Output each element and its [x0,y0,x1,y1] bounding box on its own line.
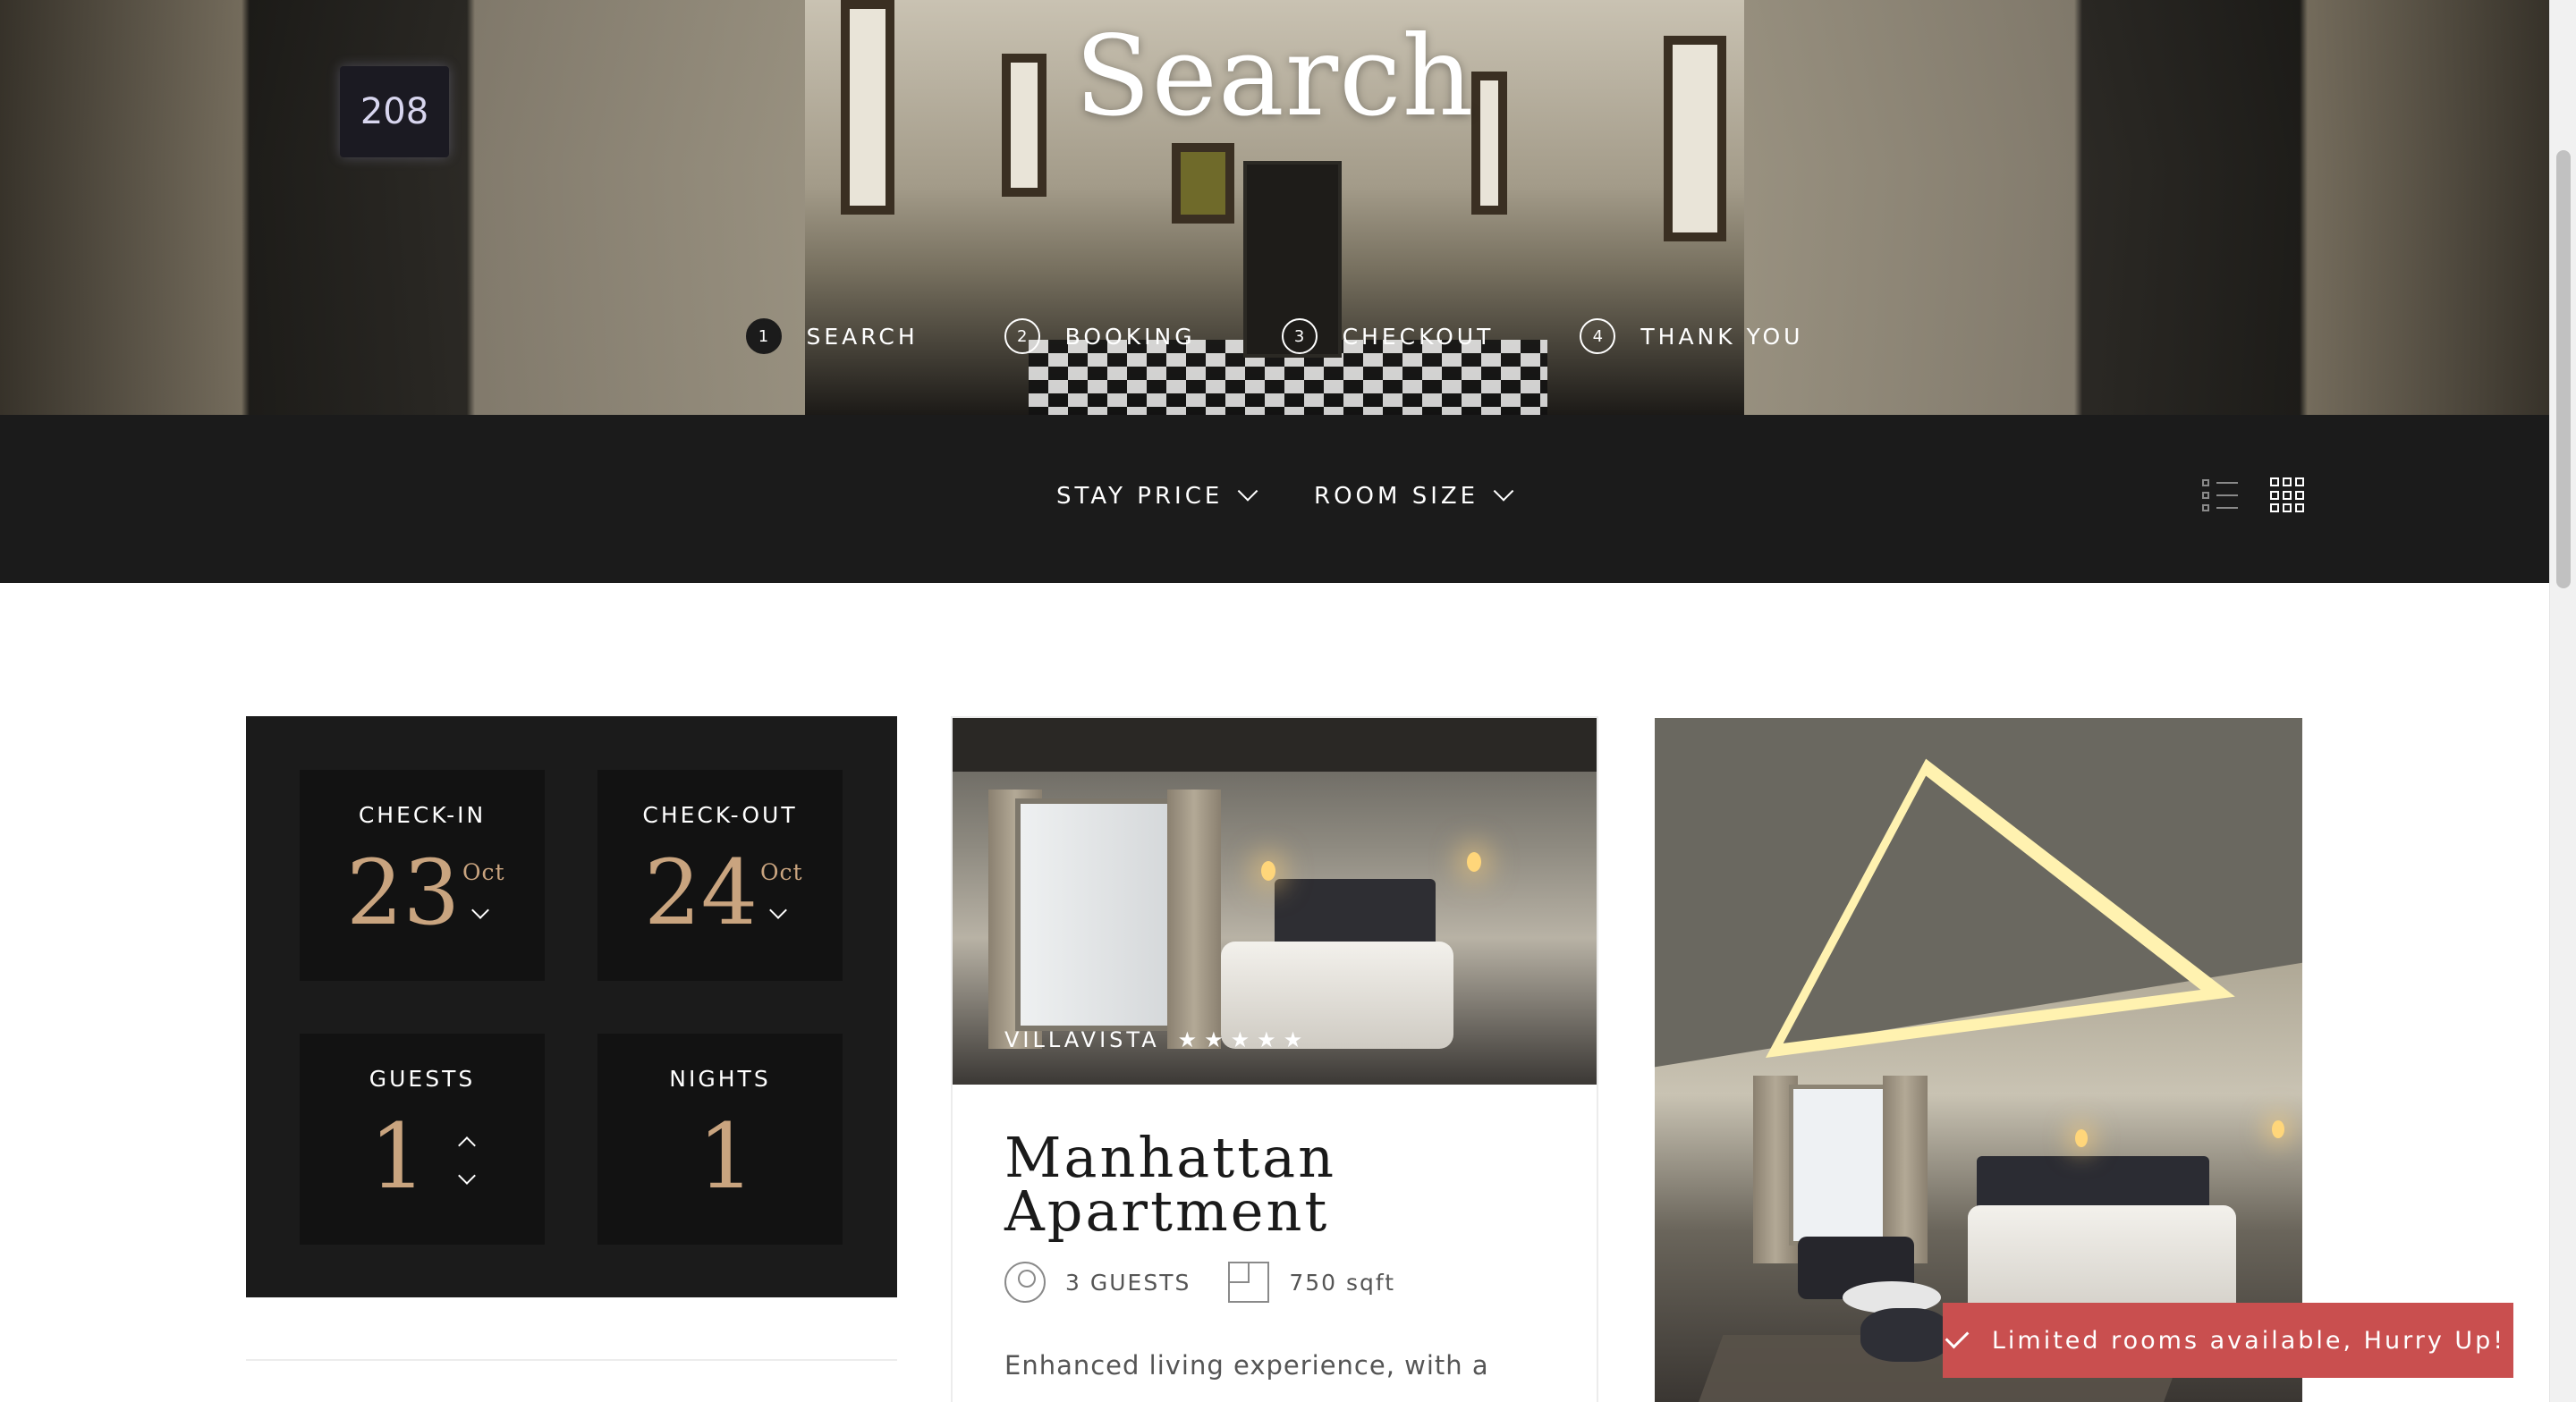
step-booking[interactable]: 2 BOOKING [1004,318,1196,354]
nights-tile: NIGHTS 1 [597,1034,843,1245]
toast-message: Limited rooms available, Hurry Up! [1991,1326,2506,1355]
step-label: CHECKOUT [1342,323,1495,350]
step-number: 2 [1004,318,1040,354]
checkout-chevron-down-icon[interactable] [769,901,787,919]
step-label: BOOKING [1064,323,1196,350]
checkin-tile[interactable]: CHECK-IN 23 Oct [300,770,545,981]
step-thank-you[interactable]: 4 THANK YOU [1580,318,1803,354]
guests-tile: GUESTS 1 [300,1034,545,1245]
room-size: 750 sqft [1289,1269,1396,1296]
checkout-label: CHECK-OUT [642,802,798,828]
step-label: THANK YOU [1640,323,1804,350]
room-photo-second[interactable] [1655,718,2302,1402]
guests-label: GUESTS [369,1066,476,1092]
checkout-day: 24 [644,840,758,945]
step-checkout[interactable]: 3 CHECKOUT [1281,318,1495,354]
room-guests: 3 GUESTS [1065,1269,1191,1296]
room-size-icon [1228,1262,1270,1303]
checkout-tile[interactable]: CHECK-OUT 24 Oct [597,770,843,981]
step-number: 3 [1281,318,1318,354]
grid-view-icon[interactable] [2270,477,2306,513]
room-photo-window [1789,1085,1887,1246]
nights-label: NIGHTS [669,1066,771,1092]
list-view-icon[interactable] [2202,477,2238,513]
guests-increment-icon[interactable] [458,1136,476,1154]
checkin-chevron-down-icon[interactable] [471,901,489,919]
limited-rooms-toast[interactable]: Limited rooms available, Hurry Up! [1943,1303,2513,1378]
room-photo[interactable]: VILLAVISTA ★★★★★ [953,718,1597,1085]
hero-picture-frame [1172,143,1234,224]
scrollbar-thumb[interactable] [2556,150,2571,588]
room-photo-window [1015,798,1176,1031]
booking-summary-panel: CHECK-IN 23 Oct CHECK-OUT 24 Oct GUESTS … [246,716,897,1297]
room-card[interactable]: VILLAVISTA ★★★★★ Manhattan Apartment 3 G… [951,716,1598,1402]
booking-steps: 1 SEARCH 2 BOOKING 3 CHECKOUT 4 THANK YO… [0,318,2549,354]
stay-price-label: STAY PRICE [1056,483,1224,510]
page-title: Search [1074,13,1475,141]
step-number: 4 [1580,318,1616,354]
room-brand-caption: VILLAVISTA ★★★★★ [1004,1027,1309,1052]
hero-banner: 208 Search 1 SEARCH 2 BOOKING 3 CHECKOUT… [0,0,2549,415]
guests-icon [1004,1262,1046,1303]
room-meta: 3 GUESTS 750 sqft [1004,1262,1395,1303]
brand-name: VILLAVISTA [1004,1027,1160,1052]
star-rating: ★★★★★ [1177,1027,1310,1052]
guests-decrement-icon[interactable] [458,1167,476,1185]
chevron-down-icon [1493,481,1514,502]
checkout-month: Oct [760,859,803,885]
page-scrollbar[interactable] [2549,0,2576,1402]
check-icon [1945,1324,1970,1349]
panel-divider [246,1359,897,1361]
guests-value: 1 [369,1104,427,1209]
nights-value: 1 [698,1104,755,1209]
step-search[interactable]: 1 SEARCH [745,318,919,354]
filter-bar: STAY PRICE ROOM SIZE [0,415,2549,583]
room-size-filter[interactable]: ROOM SIZE [1314,481,1514,510]
room-title[interactable]: Manhattan Apartment [1004,1130,1541,1239]
room-description: Enhanced living experience, with a [1004,1350,1489,1381]
chevron-down-icon [1237,481,1258,502]
stay-price-filter[interactable]: STAY PRICE [1056,481,1258,510]
room-size-label: ROOM SIZE [1314,483,1479,510]
checkin-month: Oct [462,859,505,885]
checkin-day: 23 [346,840,461,945]
checkin-label: CHECK-IN [358,802,487,828]
step-number: 1 [745,318,782,354]
step-label: SEARCH [806,323,919,350]
